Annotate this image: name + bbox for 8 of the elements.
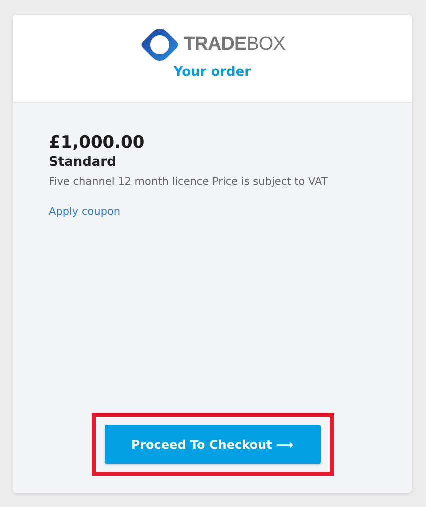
apply-coupon-link[interactable]: Apply coupon (49, 206, 121, 218)
checkout-button[interactable]: Proceed To Checkout ⟶ (104, 425, 320, 464)
plan-name: Standard (49, 155, 118, 170)
logo-wordmark: TRADEBOX (184, 34, 286, 56)
plan-description: Five channel 12 month licence Price is subject to VAT (49, 175, 329, 190)
price: £1,000.00 (49, 133, 146, 153)
logo-icon (140, 28, 180, 62)
order-heading: Your order (174, 65, 252, 80)
